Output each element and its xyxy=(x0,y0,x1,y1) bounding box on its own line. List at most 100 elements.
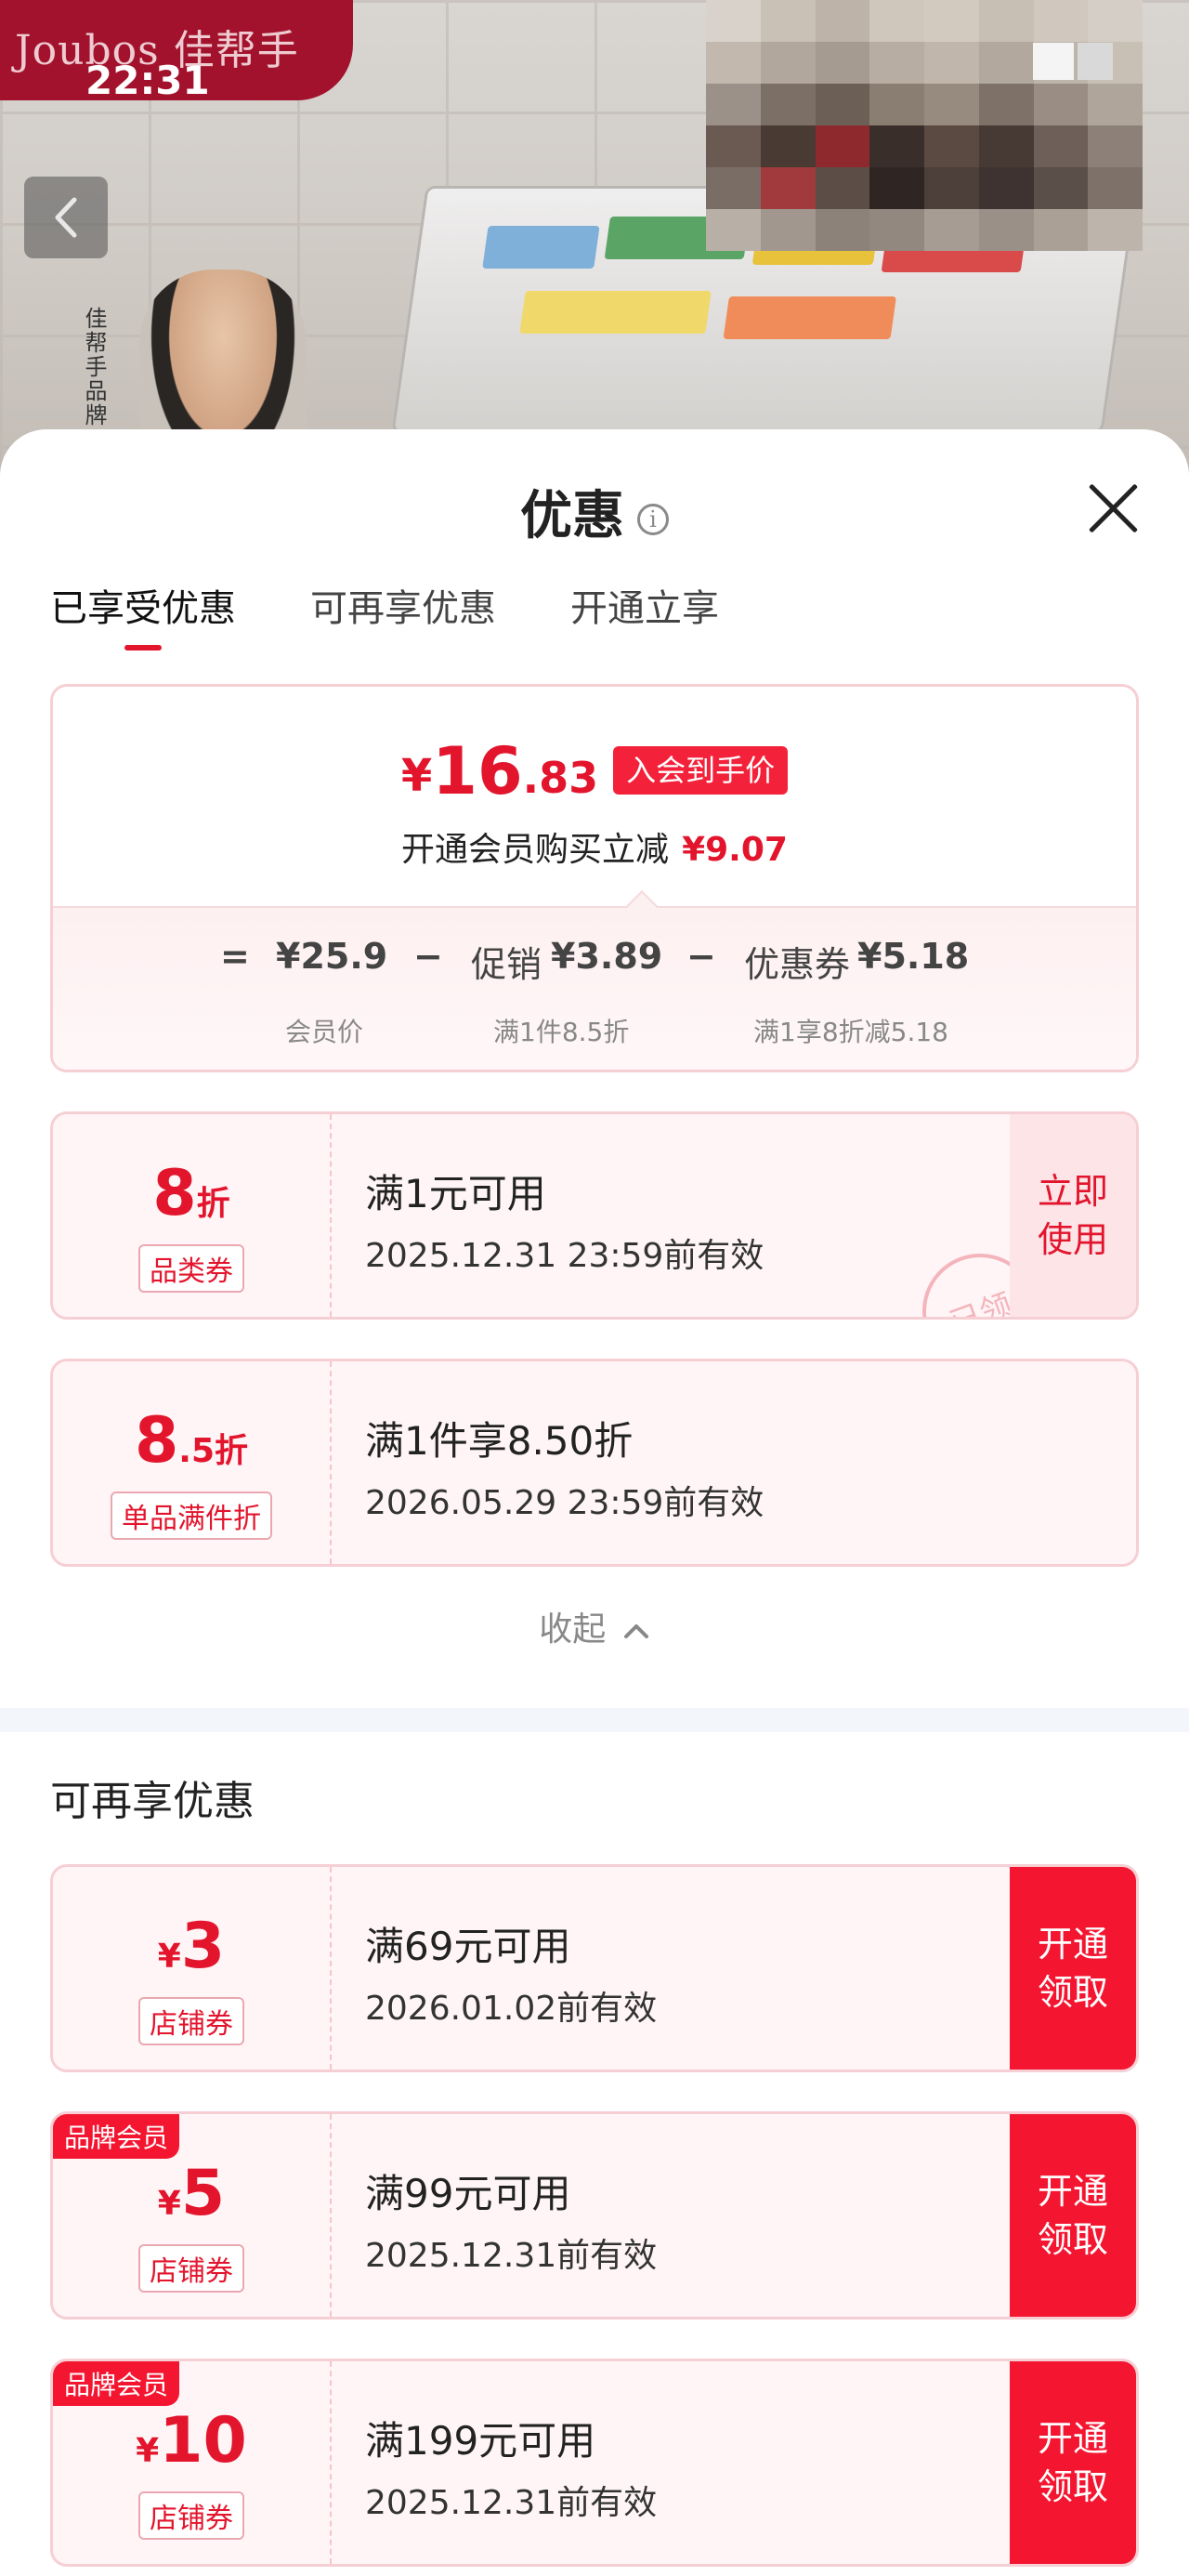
price-summary-card: ¥ 16 .83 入会到手价 开通会员购买立减 ¥9.07 = ¥25.9 − 促… xyxy=(50,684,1139,1072)
open-and-claim-button[interactable]: 开通 领取 xyxy=(1010,2114,1136,2317)
coupon-details: 满1件享8.50折 2026.05.29 23:59前有效 xyxy=(365,1410,764,1524)
coupon-details: 满69元可用 2026.01.02前有效 xyxy=(365,1915,657,2030)
coupon-expiry: 2026.05.29 23:59前有效 xyxy=(365,1484,764,1522)
open-and-claim-button[interactable]: 开通 领取 xyxy=(1010,2361,1136,2564)
claim-button-label: 开通 领取 xyxy=(1038,1920,1108,2017)
claim-label-line2: 领取 xyxy=(1037,2466,1108,2507)
use-now-label: 立即 使用 xyxy=(1037,1171,1108,1260)
battery-icon xyxy=(1033,43,1113,80)
claim-label-line2: 领取 xyxy=(1037,1972,1108,2013)
coupon-value-number: 3 xyxy=(180,1910,226,1983)
coupon-amount: ¥5.18 xyxy=(857,936,970,977)
coupon-value-unit: 折 xyxy=(215,1432,249,1470)
coupon-caption: 满1享8折减5.18 xyxy=(753,1017,948,1047)
coupon-type-badge: 店铺券 xyxy=(138,2244,244,2293)
collapse-button[interactable]: 收起 xyxy=(0,1602,1189,1650)
coupon-card-category: 8折 品类券 满1元可用 2025.12.31 23:59前有效 已领 立即 使… xyxy=(50,1111,1139,1320)
price-currency: ¥ xyxy=(400,750,433,802)
coupon-type-badge: 店铺券 xyxy=(138,1997,244,2045)
info-icon[interactable]: i xyxy=(637,503,669,535)
coupon-value-number: 10 xyxy=(159,2404,247,2477)
claim-label-line1: 开通 xyxy=(1037,2171,1108,2212)
coupon-value-panel: ¥5 店铺券 xyxy=(53,2114,332,2317)
minus-sign: − xyxy=(686,936,716,977)
promo-label: 促销 xyxy=(471,944,542,985)
coupon-card-store-10: 品牌会员 ¥10 店铺券 满199元可用 2025.12.31前有效 开通 领取 xyxy=(50,2359,1139,2567)
coupon-value-unit: 折 xyxy=(196,1185,230,1223)
price-integer: 16 xyxy=(432,733,523,809)
coupon-type-badge: 单品满件折 xyxy=(111,1492,272,1540)
coupon-currency: ¥ xyxy=(157,2185,181,2223)
coupon-currency: ¥ xyxy=(157,1938,181,1976)
section-divider xyxy=(0,1708,1189,1732)
price-decimal: .83 xyxy=(522,753,599,803)
tab-open-membership[interactable]: 开通立享 xyxy=(570,578,719,662)
coupon-value-number: 8 xyxy=(134,1404,179,1478)
coupon-details: 满99元可用 2025.12.31前有效 xyxy=(365,2162,657,2277)
coupon-condition: 满69元可用 xyxy=(365,1924,571,1969)
coupon-value-decimal: .5 xyxy=(178,1432,216,1470)
back-button[interactable] xyxy=(24,177,108,258)
coupon-value: 8.5折 xyxy=(53,1404,330,1478)
coupon-value: ¥10 xyxy=(53,2404,330,2477)
coupon-details: 满199元可用 2025.12.31前有效 xyxy=(365,2410,657,2524)
claim-label-line2: 领取 xyxy=(1037,2219,1108,2260)
coupon-expiry: 2026.01.02前有效 xyxy=(365,1990,658,2028)
use-now-button[interactable]: 立即 使用 xyxy=(1010,1114,1136,1317)
member-price-caption: 会员价 xyxy=(285,1017,364,1047)
coupon-value-panel: ¥3 店铺券 xyxy=(53,1867,332,2070)
tab-enjoyed[interactable]: 已享受优惠 xyxy=(50,578,236,662)
coupon-value: 8折 xyxy=(53,1157,330,1230)
coupon-card-item-discount: 8.5折 单品满件折 满1件享8.50折 2026.05.29 23:59前有效 xyxy=(50,1359,1139,1567)
status-time: 22:31 xyxy=(85,58,210,103)
coupon-condition: 满1元可用 xyxy=(365,1171,546,1216)
coupon-condition: 满1件享8.50折 xyxy=(365,1418,634,1464)
open-and-claim-button[interactable]: 开通 领取 xyxy=(1010,1867,1136,2070)
coupon-condition: 满99元可用 xyxy=(365,2171,571,2216)
member-price-tag: 入会到手价 xyxy=(613,746,789,795)
tab-more-available[interactable]: 可再享优惠 xyxy=(310,578,496,662)
coupon-value: ¥5 xyxy=(53,2157,330,2230)
price-breakdown: = ¥25.9 − 促销 ¥3.89 − 优惠券 ¥5.18 会员价 满1件8.… xyxy=(53,906,1136,1070)
coupon-expiry: 2025.12.31 23:59前有效 xyxy=(365,1237,764,1275)
coupon-value-panel: 8折 品类券 xyxy=(53,1114,332,1317)
coupon-value-panel: ¥10 店铺券 xyxy=(53,2361,332,2564)
coupon-details: 满1元可用 2025.12.31 23:59前有效 xyxy=(365,1163,764,1277)
coupon-card-store-5: 品牌会员 ¥5 店铺券 满99元可用 2025.12.31前有效 开通 领取 xyxy=(50,2111,1139,2320)
coupon-expiry: 2025.12.31前有效 xyxy=(365,2237,658,2275)
coupon-value: ¥3 xyxy=(53,1910,330,1983)
coupon-condition: 满199元可用 xyxy=(365,2418,596,2464)
product-photo: 佳帮手品牌 Joubos 佳帮手 22:31 xyxy=(0,0,1189,483)
member-price-value: ¥25.9 xyxy=(276,936,388,977)
promo-caption: 满1件8.5折 xyxy=(493,1017,630,1047)
chevron-up-icon xyxy=(623,1624,648,1638)
coupon-currency: ¥ xyxy=(136,2432,160,2470)
coupon-value-number: 5 xyxy=(180,2157,226,2230)
sheet-title: 优惠 i xyxy=(0,474,1189,549)
coupon-type-badge: 品类券 xyxy=(138,1244,244,1293)
coupon-card-store-3: ¥3 店铺券 满69元可用 2026.01.02前有效 开通 领取 xyxy=(50,1864,1139,2072)
equals-sign: = xyxy=(220,936,250,977)
claim-label-line1: 开通 xyxy=(1037,2418,1108,2459)
coupon-expiry: 2025.12.31前有效 xyxy=(365,2484,658,2522)
membership-saving-text: 开通会员购买立减 ¥9.07 xyxy=(53,822,1136,871)
price-top: ¥ 16 .83 入会到手价 开通会员购买立减 ¥9.07 xyxy=(53,687,1136,906)
saving-amount: ¥9.07 xyxy=(682,831,788,869)
saving-label: 开通会员购买立减 xyxy=(401,831,670,869)
claim-button-label: 开通 领取 xyxy=(1038,2167,1108,2264)
coupon-type-badge: 店铺券 xyxy=(138,2491,244,2540)
collapse-label: 收起 xyxy=(539,1610,607,1649)
more-discounts-title: 可再享优惠 xyxy=(50,1778,255,1825)
chevron-left-icon xyxy=(55,197,77,238)
price-formula: = ¥25.9 − 促销 ¥3.89 − 优惠券 ¥5.18 xyxy=(53,936,1136,992)
coupon-value-number: 8 xyxy=(152,1157,197,1230)
vertical-caption: 佳帮手品牌 xyxy=(81,307,107,427)
coupon-value-panel: 8.5折 单品满件折 xyxy=(53,1361,332,1564)
close-icon[interactable] xyxy=(1083,476,1143,535)
final-price: ¥ 16 .83 入会到手价 xyxy=(53,739,1136,804)
coupon-label: 优惠券 xyxy=(744,944,851,985)
sheet-title-text: 优惠 xyxy=(520,486,624,546)
minus-sign: − xyxy=(413,936,443,977)
promo-amount: ¥3.89 xyxy=(551,936,663,977)
discount-sheet: 优惠 i 已享受优惠 可再享优惠 开通立享 ¥ 16 .83 入会到手价 开通会员… xyxy=(0,429,1189,2576)
